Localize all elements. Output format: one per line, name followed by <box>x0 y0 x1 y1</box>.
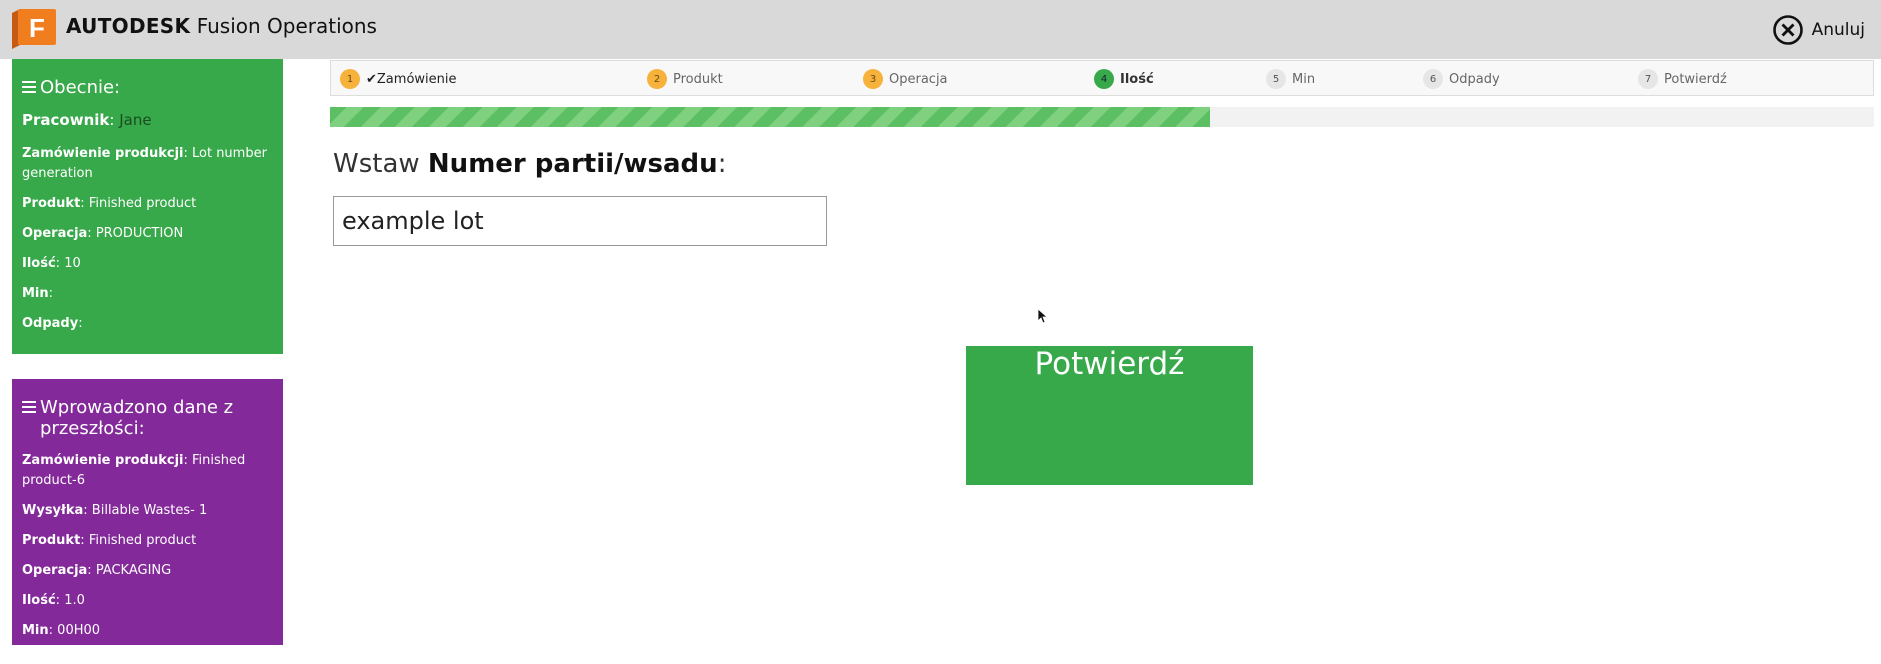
past-min-row: Min: 00H00 <box>22 623 101 638</box>
step-waste[interactable]: 6 Odpady <box>1423 69 1500 89</box>
min-row: Min: <box>22 286 54 301</box>
close-circle-icon <box>1772 15 1803 45</box>
past-order-row: Zamówienie produkcji: Finished product-6 <box>22 453 246 488</box>
order-label: Zamówienie produkcji <box>22 146 184 161</box>
operation-value: PRODUCTION <box>95 226 184 241</box>
waste-label: Odpady <box>22 316 79 331</box>
step-label: Operacja <box>889 71 948 87</box>
product-name: Fusion Operations <box>196 14 377 38</box>
past-product-value: Finished product <box>88 533 197 548</box>
step-min[interactable]: 5 Min <box>1266 69 1315 89</box>
product-label: Produkt <box>22 196 81 211</box>
past-shipping-row: Wysyłka: Billable Wastes- 1 <box>22 503 208 518</box>
step-label: Odpady <box>1449 71 1500 87</box>
step-number: 7 <box>1638 69 1658 89</box>
current-panel-title: Obecnie: <box>22 77 273 98</box>
mouse-cursor-icon <box>1038 309 1049 324</box>
past-operation-row: Operacja: PACKAGING <box>22 563 172 578</box>
past-operation-value: PACKAGING <box>95 563 172 578</box>
past-product-row: Produkt: Finished product <box>22 533 197 548</box>
progress-fill <box>330 107 1211 127</box>
step-label: Ilość <box>1120 71 1154 87</box>
past-entries-panel: Wprowadzono dane z przeszłości: Zamówien… <box>12 379 283 645</box>
past-quantity-value: 1.0 <box>64 593 85 608</box>
menu-icon <box>22 81 36 96</box>
order-row: Zamówienie produkcji: Lot number generat… <box>22 146 267 181</box>
waste-row: Odpady: <box>22 316 83 331</box>
step-number: 6 <box>1423 69 1443 89</box>
min-label: Min <box>22 286 49 301</box>
worker-row: Pracownik: Jane <box>22 111 152 129</box>
step-number: 5 <box>1266 69 1286 89</box>
step-number: 2 <box>647 69 667 89</box>
past-order-label: Zamówienie produkcji <box>22 453 184 468</box>
current-info-panel: Obecnie: Pracownik: Jane Zamówienie prod… <box>12 59 283 354</box>
brand-name: AUTODESK <box>66 14 191 38</box>
step-label: Produkt <box>673 71 723 87</box>
step-label: Potwierdź <box>1664 71 1727 87</box>
autodesk-fusion-logo: F <box>12 9 56 49</box>
prompt-field-name: Numer partii/wsadu <box>427 149 718 179</box>
checkmark-icon: ✔ <box>366 71 377 87</box>
step-number: 4 <box>1094 69 1114 89</box>
confirm-label: Potwierdź <box>1034 346 1185 382</box>
confirm-button[interactable]: Potwierdź <box>966 346 1253 485</box>
past-panel-title: Wprowadzono dane z przeszłości: <box>22 397 273 439</box>
step-operation[interactable]: 3 Operacja <box>863 69 948 89</box>
lot-prompt: Wstaw Numer partii/wsadu: <box>333 149 726 179</box>
lot-number-input[interactable] <box>333 196 827 246</box>
cancel-button[interactable]: Anuluj <box>1772 14 1865 46</box>
operation-row: Operacja: PRODUCTION <box>22 226 184 241</box>
past-quantity-label: Ilość <box>22 593 56 608</box>
app-title: AUTODESK Fusion Operations <box>66 14 377 38</box>
operation-label: Operacja <box>22 226 88 241</box>
step-label: ✔Zamówienie <box>366 71 457 87</box>
step-confirm[interactable]: 7 Potwierdź <box>1638 69 1727 89</box>
worker-value: Jane <box>119 111 152 129</box>
logo-letter: F <box>29 13 45 43</box>
past-min-value: 00H00 <box>57 623 101 638</box>
worker-label: Pracownik <box>22 111 110 129</box>
past-shipping-label: Wysyłka <box>22 503 84 518</box>
step-order[interactable]: 1 ✔Zamówienie <box>340 69 457 89</box>
quantity-label: Ilość <box>22 256 56 271</box>
product-value: Finished product <box>88 196 197 211</box>
quantity-row: Ilość: 10 <box>22 256 81 271</box>
prompt-suffix: : <box>717 149 727 179</box>
step-number: 1 <box>340 69 360 89</box>
step-quantity[interactable]: 4 Ilość <box>1094 69 1154 89</box>
past-product-label: Produkt <box>22 533 81 548</box>
step-product[interactable]: 2 Produkt <box>647 69 723 89</box>
product-row: Produkt: Finished product <box>22 196 197 211</box>
quantity-value: 10 <box>64 256 81 271</box>
top-bar: F AUTODESK Fusion Operations Anuluj <box>0 0 1881 59</box>
wizard-steps: 1 ✔Zamówienie 2 Produkt 3 Operacja 4 Ilo… <box>330 60 1874 96</box>
cancel-label: Anuluj <box>1811 20 1865 40</box>
menu-icon <box>22 401 36 416</box>
past-shipping-value: Billable Wastes- 1 <box>91 503 208 518</box>
prompt-prefix: Wstaw <box>333 149 420 179</box>
step-label: Min <box>1292 71 1316 87</box>
step-number: 3 <box>863 69 883 89</box>
past-operation-label: Operacja <box>22 563 88 578</box>
past-quantity-row: Ilość: 1.0 <box>22 593 85 608</box>
progress-bar <box>330 107 1874 127</box>
past-min-label: Min <box>22 623 49 638</box>
